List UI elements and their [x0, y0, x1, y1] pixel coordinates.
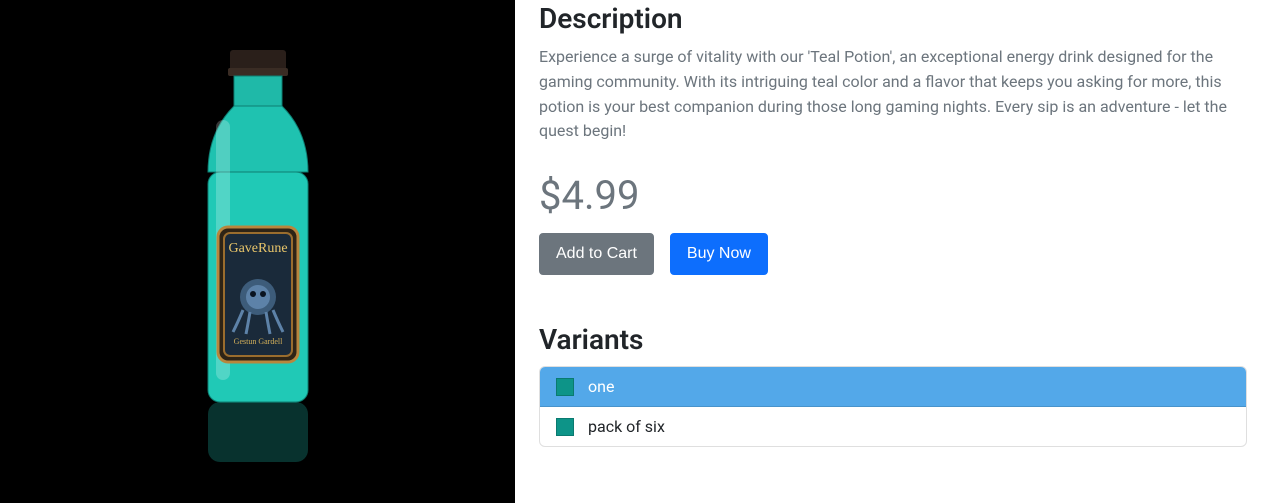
- add-to-cart-button[interactable]: Add to Cart: [539, 233, 654, 275]
- variant-item-pack-of-six[interactable]: pack of six: [540, 407, 1246, 446]
- variant-item-one[interactable]: one: [540, 367, 1246, 407]
- product-details: Description Experience a surge of vitali…: [539, 0, 1263, 503]
- buy-now-button[interactable]: Buy Now: [670, 233, 768, 275]
- product-bottle-image: GaveRune Gestun Gardell: [168, 42, 348, 462]
- bottle-label-bottom: Gestun Gardell: [233, 337, 282, 346]
- variant-label: pack of six: [588, 417, 665, 436]
- bottle-label-top: GaveRune: [228, 241, 287, 256]
- variant-label: one: [588, 377, 614, 396]
- product-image-panel: GaveRune Gestun Gardell: [0, 0, 515, 503]
- description-heading: Description: [539, 2, 1247, 35]
- product-price: $4.99: [539, 172, 1247, 219]
- action-buttons: Add to Cart Buy Now: [539, 233, 1247, 275]
- variants-heading: Variants: [539, 323, 1247, 356]
- product-page: GaveRune Gestun Gardell Description Expe…: [0, 0, 1263, 503]
- variant-swatch: [556, 378, 574, 396]
- variants-list: one pack of six: [539, 366, 1247, 447]
- description-text: Experience a surge of vitality with our …: [539, 45, 1247, 144]
- variant-swatch: [556, 418, 574, 436]
